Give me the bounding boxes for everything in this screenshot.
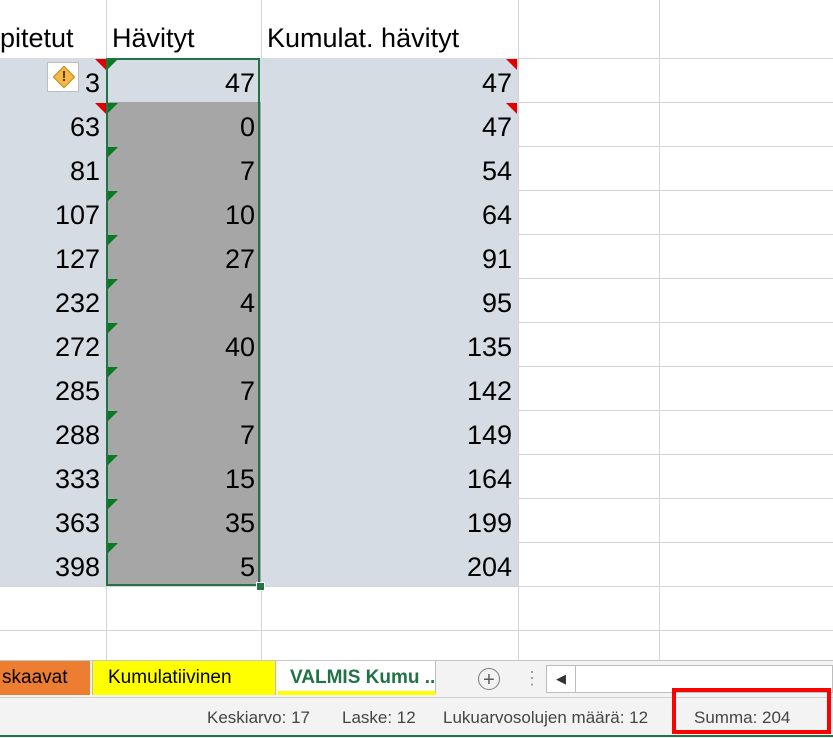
gridline: [659, 0, 660, 660]
number-as-text-indicator-icon: [108, 103, 118, 113]
gridline: [0, 586, 833, 587]
cell-a[interactable]: 333: [0, 454, 106, 498]
cell-a[interactable]: 398: [0, 542, 106, 586]
cell-b[interactable]: 27: [106, 234, 261, 278]
number-as-text-indicator-icon: [108, 411, 118, 421]
sum-highlight-box: [672, 688, 831, 734]
cell-b[interactable]: 0: [106, 102, 261, 146]
cell-b[interactable]: 15: [106, 454, 261, 498]
column-header-cell-a[interactable]: pitetut: [0, 18, 100, 58]
cell-a[interactable]: 232: [0, 278, 106, 322]
cell-a[interactable]: 81: [0, 146, 106, 190]
cell-b[interactable]: 5: [106, 542, 261, 586]
fill-handle[interactable]: [256, 582, 265, 591]
cell-c[interactable]: 47: [261, 102, 518, 146]
cell-b[interactable]: 7: [106, 146, 261, 190]
comment-indicator-icon[interactable]: [95, 59, 106, 70]
sheet-tab-kaavat[interactable]: skaavat: [0, 661, 90, 695]
cell-c[interactable]: 164: [261, 454, 518, 498]
number-as-text-indicator-icon: [108, 235, 118, 245]
cell-b[interactable]: 4: [106, 278, 261, 322]
comment-indicator-icon[interactable]: [506, 103, 517, 114]
cell-a[interactable]: 272: [0, 322, 106, 366]
cell-c[interactable]: 64: [261, 190, 518, 234]
cell-a[interactable]: 363: [0, 498, 106, 542]
cell-c[interactable]: 54: [261, 146, 518, 190]
number-as-text-indicator-icon: [108, 367, 118, 377]
cell-b[interactable]: 35: [106, 498, 261, 542]
scroll-left-icon[interactable]: ◀: [547, 666, 576, 692]
column-header-cell-c[interactable]: Kumulat. hävityt: [267, 18, 517, 58]
sheet-tab-kumulatiivinen[interactable]: Kumulatiivinen: [92, 661, 276, 695]
add-sheet-icon[interactable]: +: [478, 668, 500, 691]
tab-split-handle-icon[interactable]: ⋮: [523, 665, 541, 691]
warning-mark: !: [61, 68, 67, 85]
cell-b[interactable]: 40: [106, 322, 261, 366]
cell-c[interactable]: 199: [261, 498, 518, 542]
cell-b[interactable]: 7: [106, 366, 261, 410]
number-as-text-indicator-icon: [108, 191, 118, 201]
cell-a[interactable]: 107: [0, 190, 106, 234]
cell-a[interactable]: 127: [0, 234, 106, 278]
gridline: [0, 630, 833, 631]
cell-c[interactable]: 204: [261, 542, 518, 586]
status-numeric-count[interactable]: Lukuarvosolujen määrä: 12: [443, 698, 648, 738]
cell-c[interactable]: 91: [261, 234, 518, 278]
cell-b[interactable]: 10: [106, 190, 261, 234]
comment-indicator-icon[interactable]: [506, 59, 517, 70]
error-check-button[interactable]: !: [47, 62, 79, 92]
worksheet-grid[interactable]: pitetut Hävityt Kumulat. hävityt 3 47 47 63…: [0, 0, 833, 660]
cell-c[interactable]: 135: [261, 322, 518, 366]
cell-c[interactable]: 142: [261, 366, 518, 410]
cell-b[interactable]: 7: [106, 410, 261, 454]
cell-a[interactable]: 288: [0, 410, 106, 454]
number-as-text-indicator-icon: [108, 59, 118, 69]
cell-c[interactable]: 47: [261, 58, 518, 102]
cell-b[interactable]: 47: [106, 58, 261, 102]
number-as-text-indicator-icon: [108, 279, 118, 289]
cell-a[interactable]: 285: [0, 366, 106, 410]
cell-c[interactable]: 95: [261, 278, 518, 322]
number-as-text-indicator-icon: [108, 455, 118, 465]
number-as-text-indicator-icon: [108, 543, 118, 553]
column-header-cell-b[interactable]: Hävityt: [112, 18, 260, 58]
gridline: [518, 0, 519, 660]
comment-indicator-icon[interactable]: [95, 103, 106, 114]
sheet-tab-valmis-kumu[interactable]: VALMIS Kumu ...: [278, 661, 436, 695]
status-count[interactable]: Laske: 12: [342, 698, 416, 738]
number-as-text-indicator-icon: [108, 147, 118, 157]
status-average[interactable]: Keskiarvo: 17: [207, 698, 310, 738]
cell-c[interactable]: 149: [261, 410, 518, 454]
number-as-text-indicator-icon: [108, 499, 118, 509]
number-as-text-indicator-icon: [108, 323, 118, 333]
cell-a[interactable]: 63: [0, 102, 106, 146]
